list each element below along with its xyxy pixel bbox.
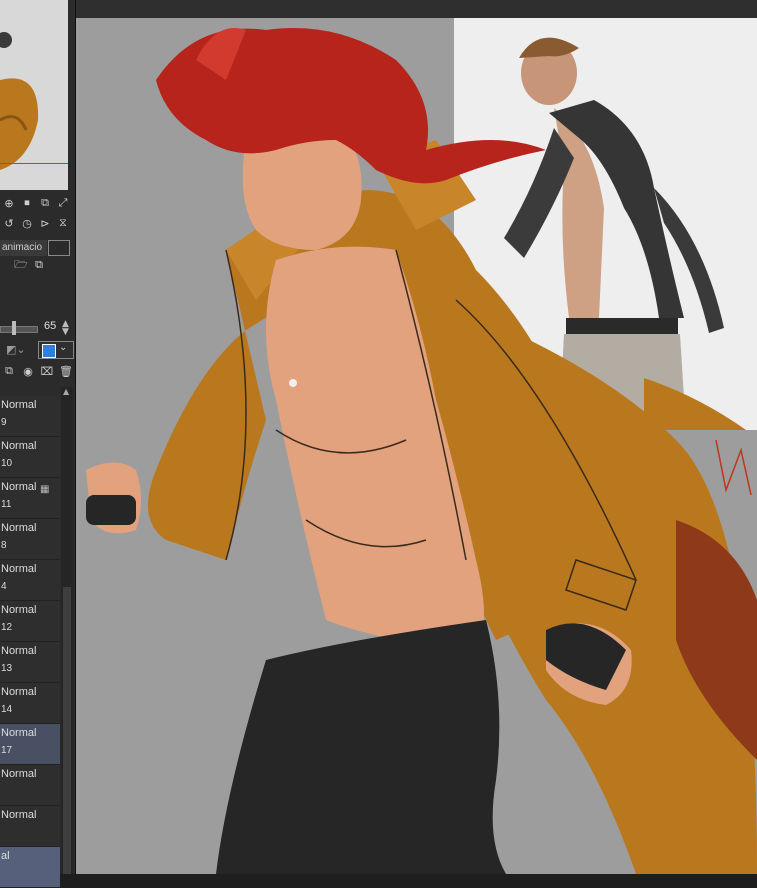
tab-animation[interactable]: animacio [0,240,47,256]
camera-icon[interactable]: ⌧ [40,364,54,378]
opacity-value[interactable]: 65 [44,320,56,332]
panel-menu-icon[interactable] [48,240,70,256]
layer-blend-mode: Normal [1,522,37,534]
layer-list: Normal 9 Normal 10 Normal 11 ▦ Normal 8 … [0,396,60,888]
mask-icon[interactable]: ◉ [21,364,35,378]
layer-mask-icon[interactable]: ▦ [40,484,49,495]
layer-name: 11 [1,499,12,510]
layer-actions-toolbar: ⧉ ◉ ⌧ 🗑 [2,364,73,378]
layer-color-swatch [42,344,56,358]
pants [216,620,506,874]
layer-blend-mode: Normal [1,645,37,657]
left-panel: ⊕ ⏹ ⧉ ⤢ ↺ ◷ ⊳ ⧖ animacio 🗁 ⧉ 65 ▲ ▼ ◩⌄ ⌄… [0,0,76,888]
chevron-down-icon: ⌄ [59,342,68,353]
signature [715,439,752,496]
opacity-control: 65 ▲ ▼ [0,320,75,337]
illustration-layer [86,28,757,874]
layer-name: 14 [1,704,13,715]
opacity-slider[interactable] [0,326,38,333]
list-item[interactable]: Normal [0,765,60,806]
list-item-active[interactable]: al [0,847,60,888]
layer-blend-mode: Normal [1,563,37,575]
opacity-spinner-icon[interactable]: ▲ ▼ [62,320,69,337]
reset-rotate-icon[interactable]: ◷ [20,216,34,230]
layer-color-selector[interactable]: ⌄ [38,341,74,359]
list-item[interactable]: Normal 12 [0,601,60,642]
opacity-slider-handle[interactable] [12,321,16,335]
stop-icon[interactable]: ⏹ [20,196,34,210]
list-item[interactable]: Normal 8 [0,519,60,560]
navigator-toolbar-1: ⊕ ⏹ ⧉ ⤢ [0,194,70,212]
list-item[interactable]: Normal 11 ▦ [0,478,60,519]
layer-property-row: ◩⌄ ⌄ [4,341,74,359]
fit-icon[interactable]: ⧉ [38,196,52,210]
scroll-up-icon[interactable]: ▲ [63,387,69,396]
layer-name: 10 [1,458,13,469]
piercing [289,379,297,387]
layer-name: 13 [1,663,13,674]
layer-blend-mode: Normal [1,481,37,493]
navigator-panel[interactable] [0,0,68,190]
reference-layer-icon[interactable]: ◩⌄ [6,343,26,357]
scrollbar-thumb[interactable] [63,587,71,874]
list-item-selected[interactable]: Normal 17 [0,724,60,765]
flip-vertical-icon[interactable]: ⧖ [56,216,70,230]
list-item[interactable]: Normal 4 [0,560,60,601]
layer-blend-mode: Normal [1,399,37,411]
layer-blend-mode: Normal [1,727,37,739]
rotate-left-icon[interactable]: ↺ [2,216,16,230]
layer-blend-mode: Normal [1,809,37,821]
layer-name: 9 [1,417,7,428]
copy-layer-icon[interactable]: ⧉ [2,364,16,378]
list-item[interactable]: Normal 13 [0,642,60,683]
layer-name: 8 [1,540,7,551]
layer-blend-mode: Normal [1,768,37,780]
navigator-preview-image [0,0,68,190]
layer-name: 4 [1,581,7,592]
list-item[interactable]: Normal 14 [0,683,60,724]
layer-folder-toolbar: 🗁 ⧉ [14,258,46,272]
left-glove [86,495,136,525]
layer-blend-mode: al [1,850,10,862]
layer-blend-mode: Normal [1,686,37,698]
expand-icon[interactable]: ⤢ [56,196,70,210]
open-folder-icon[interactable]: 🗁 [14,258,28,272]
layer-name: 17 [1,745,13,756]
layer-blend-mode: Normal [1,604,37,616]
navigator-view-frame [0,163,68,164]
new-layer-icon[interactable]: ⧉ [32,258,46,272]
drawing-canvas[interactable] [76,0,757,874]
delete-layer-icon[interactable]: 🗑 [59,364,73,378]
list-item[interactable]: Normal [0,806,60,847]
app-window: ⊕ ⏹ ⧉ ⤢ ↺ ◷ ⊳ ⧖ animacio 🗁 ⧉ 65 ▲ ▼ ◩⌄ ⌄… [0,0,757,888]
list-item[interactable]: Normal 10 [0,437,60,478]
layer-name: 12 [1,622,13,633]
layer-blend-mode: Normal [1,440,37,452]
navigator-toolbar-2: ↺ ◷ ⊳ ⧖ [0,214,70,232]
navigator-thumbnail[interactable] [0,0,68,190]
flip-horizontal-icon[interactable]: ⊳ [38,216,52,230]
layer-scrollbar[interactable]: ▲ [61,387,73,874]
list-item[interactable]: Normal 9 [0,396,60,437]
zoom-in-icon[interactable]: ⊕ [2,196,16,210]
